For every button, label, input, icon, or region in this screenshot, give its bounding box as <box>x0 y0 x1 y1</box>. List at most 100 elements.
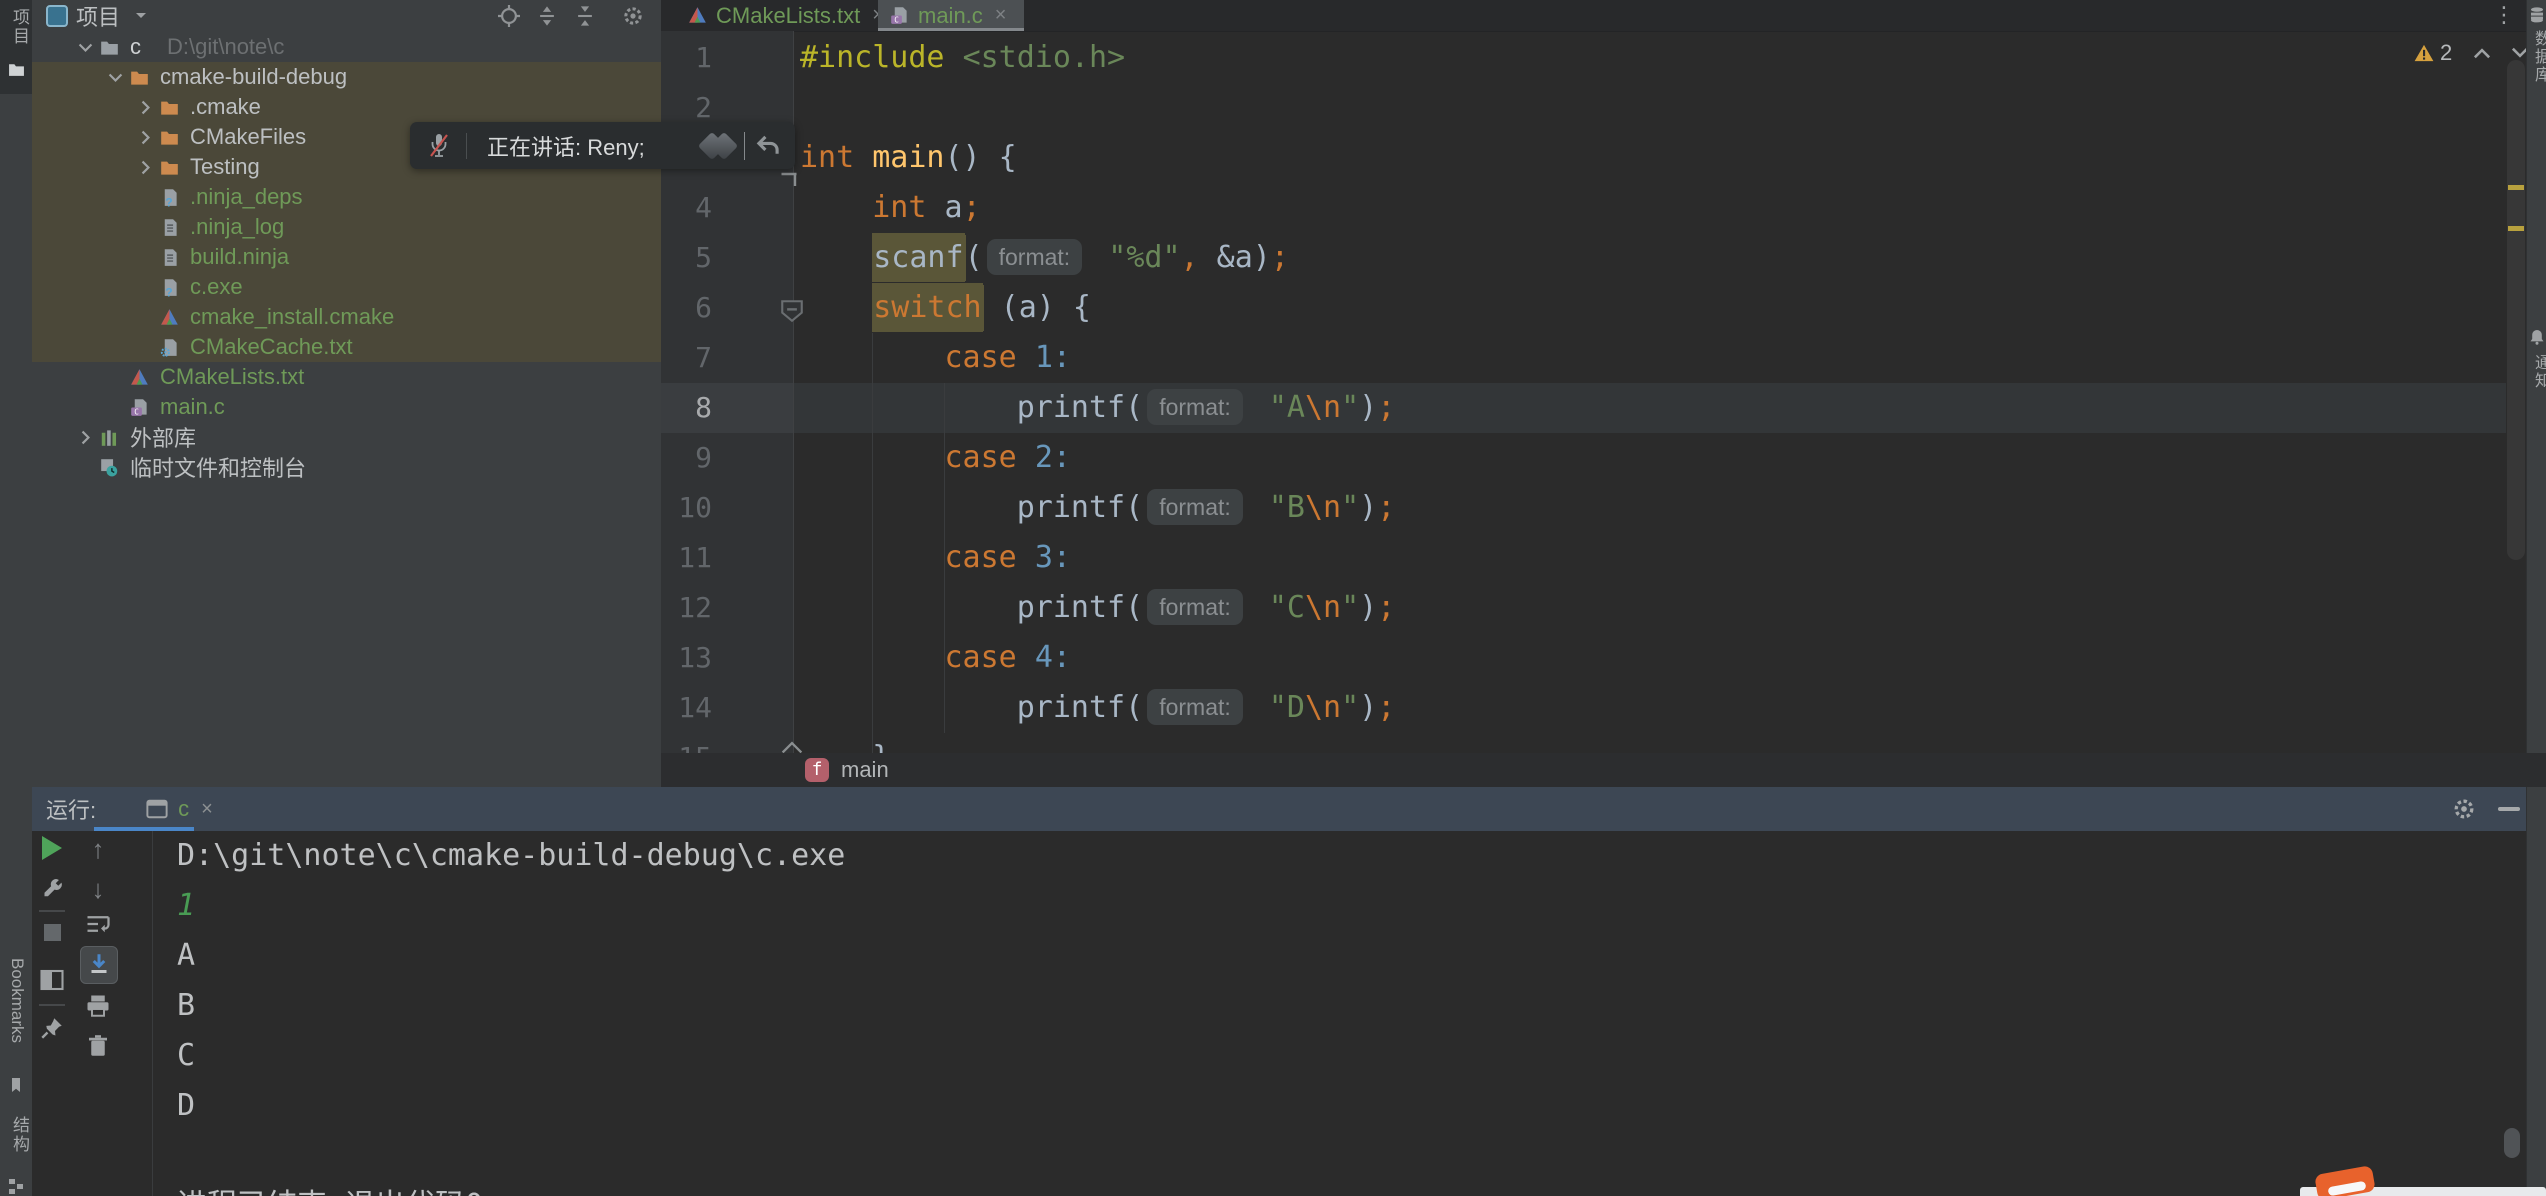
undo-arrow-icon[interactable] <box>755 134 781 158</box>
line-number[interactable]: 13 <box>661 633 712 683</box>
soft-wrap-icon[interactable] <box>86 912 110 936</box>
tree-item-build.ninja[interactable]: build.ninja <box>32 242 661 272</box>
code-line-14[interactable]: printf(format: "D\n"); <box>800 683 1395 733</box>
rerun-icon[interactable] <box>42 836 62 860</box>
line-number[interactable]: 10 <box>661 483 712 533</box>
code-line-6[interactable]: switch (a) { <box>800 283 1091 333</box>
gear-icon[interactable] <box>622 5 644 27</box>
code-line-11[interactable]: case 3: <box>800 533 1071 583</box>
tab-mainc[interactable]: C main.c × <box>878 0 1024 31</box>
code-line-1[interactable]: #include <stdio.h> <box>800 33 1125 83</box>
pin-icon[interactable] <box>40 1016 64 1040</box>
tree-item-cmake-build-debug[interactable]: cmake-build-debug <box>32 62 661 92</box>
chevron-right-icon[interactable] <box>130 127 160 147</box>
code-line-8[interactable]: printf(format: "A\n"); <box>800 383 1395 433</box>
close-icon[interactable]: × <box>995 4 1007 27</box>
structure-icon[interactable] <box>8 1178 24 1194</box>
close-icon[interactable]: × <box>201 798 213 821</box>
parameter-hint-inlay[interactable]: format: <box>1147 489 1243 525</box>
printer-icon[interactable] <box>86 994 110 1018</box>
stripe-tab-structure[interactable]: 结构 <box>7 1116 32 1154</box>
line-number[interactable]: 6 <box>661 283 712 333</box>
tree-item--[interactable]: 临时文件和控制台 <box>32 452 661 482</box>
database-icon[interactable] <box>2529 6 2545 24</box>
console-output[interactable]: D:\git\note\c\cmake-build-debug\c.exe1AB… <box>177 831 2497 1196</box>
project-widget-icon[interactable] <box>46 5 68 27</box>
code-line-12[interactable]: printf(format: "C\n"); <box>800 583 1395 633</box>
tab-cmakeliststxt[interactable]: CMakeLists.txt × <box>678 0 888 31</box>
parameter-hint-inlay[interactable]: format: <box>987 239 1083 275</box>
code-line-10[interactable]: printf(format: "B\n"); <box>800 483 1395 533</box>
chevron-right-icon[interactable] <box>130 157 160 177</box>
chevron-right-icon[interactable] <box>70 427 100 447</box>
console-scrollbar[interactable] <box>2504 1128 2520 1158</box>
error-stripe-warning-mark[interactable] <box>2508 185 2524 190</box>
run-config-tab[interactable]: c × <box>132 787 227 831</box>
stop-icon[interactable] <box>44 924 61 941</box>
line-number[interactable]: 7 <box>661 333 712 383</box>
expand-all-icon[interactable] <box>536 5 558 27</box>
code-token: ( <box>965 240 983 275</box>
line-number[interactable]: 8 <box>661 383 712 433</box>
muted-mic-icon[interactable] <box>426 132 452 160</box>
scroll-to-end-icon[interactable] <box>87 952 111 976</box>
breadcrumb-item[interactable]: main <box>841 757 889 783</box>
tab-options-kebab-icon[interactable]: ⋮ <box>2492 1 2516 29</box>
bell-icon[interactable] <box>2529 328 2545 346</box>
stripe-tab-bookmarks[interactable]: Bookmarks <box>7 958 27 1043</box>
tree-item-cmakelists.txt[interactable]: CMakeLists.txt <box>32 362 661 392</box>
code-line-4[interactable]: int a; <box>800 183 981 233</box>
restore-layout-icon[interactable] <box>40 968 64 992</box>
collapse-all-icon[interactable] <box>574 5 596 27</box>
parameter-hint-inlay[interactable]: format: <box>1147 689 1243 725</box>
line-number[interactable]: 1 <box>661 33 712 83</box>
chevron-down-icon[interactable] <box>100 67 130 87</box>
code-line-13[interactable]: case 4: <box>800 633 1071 683</box>
console-icon <box>146 799 168 819</box>
line-number[interactable]: 9 <box>661 433 712 483</box>
code-line-7[interactable]: case 1: <box>800 333 1071 383</box>
parameter-hint-inlay[interactable]: format: <box>1147 589 1243 625</box>
tree-item-cmake_install.cmake[interactable]: cmake_install.cmake <box>32 302 661 332</box>
tree-item-.cmake[interactable]: .cmake <box>32 92 661 122</box>
trash-icon[interactable] <box>86 1034 110 1058</box>
tree-item-c.exe[interactable]: ?c.exe <box>32 272 661 302</box>
line-number[interactable]: 4 <box>661 183 712 233</box>
chevron-down-icon[interactable] <box>70 37 100 57</box>
chevron-down-icon[interactable] <box>134 11 148 21</box>
project-panel-title[interactable]: 项目 <box>76 0 120 32</box>
tree-item-.ninja_deps[interactable]: ?.ninja_deps <box>32 182 661 212</box>
arrow-up-icon[interactable]: ↑ <box>86 834 110 865</box>
line-number[interactable]: 5 <box>661 233 712 283</box>
stripe-tab-project[interactable]: 项目 <box>0 0 32 94</box>
code-token: ) <box>1359 590 1377 625</box>
line-number[interactable]: 14 <box>661 683 712 733</box>
console-output-line: 进程已结束,退出代码0 <box>177 1181 483 1196</box>
wrench-icon[interactable] <box>40 876 64 900</box>
locate-icon[interactable] <box>498 5 520 27</box>
parameter-hint-inlay[interactable]: format: <box>1147 389 1243 425</box>
tree-item-main.c[interactable]: Cmain.c <box>32 392 661 422</box>
file-question-icon: ? <box>160 278 179 297</box>
error-stripe-warning-mark[interactable] <box>2508 226 2524 231</box>
bookmark-flag-icon[interactable] <box>8 1076 24 1094</box>
line-number[interactable]: 12 <box>661 583 712 633</box>
tree-item-c[interactable]: cD:\git\note\c <box>32 32 661 62</box>
fold-marker-icon[interactable] <box>780 172 798 188</box>
hide-run-panel-icon[interactable] <box>2498 807 2520 811</box>
console-output-line: C <box>177 1031 195 1081</box>
code-line-9[interactable]: case 2: <box>800 433 1071 483</box>
arrow-down-icon[interactable]: ↓ <box>86 874 110 905</box>
run-settings-gear-icon[interactable] <box>2452 797 2476 821</box>
code-line-3[interactable]: int main() { <box>800 133 1017 183</box>
line-number[interactable]: 11 <box>661 533 712 583</box>
code-line-5[interactable]: scanf(format: "%d", &a); <box>800 233 1289 283</box>
code-area[interactable]: #include <stdio.h> int main() { int a; sc… <box>800 33 2500 755</box>
stripe-tab-notifications[interactable]: 通知 <box>2528 354 2546 390</box>
editor-scrollbar[interactable] <box>2507 60 2525 560</box>
chevron-right-icon[interactable] <box>130 97 160 117</box>
tree-item-.ninja_log[interactable]: .ninja_log <box>32 212 661 242</box>
tree-item-cmakecache.txt[interactable]: CMakeCache.txt <box>32 332 661 362</box>
tree-item--[interactable]: 外部库 <box>32 422 661 452</box>
stripe-tab-database[interactable]: 数据库 <box>2528 30 2546 84</box>
